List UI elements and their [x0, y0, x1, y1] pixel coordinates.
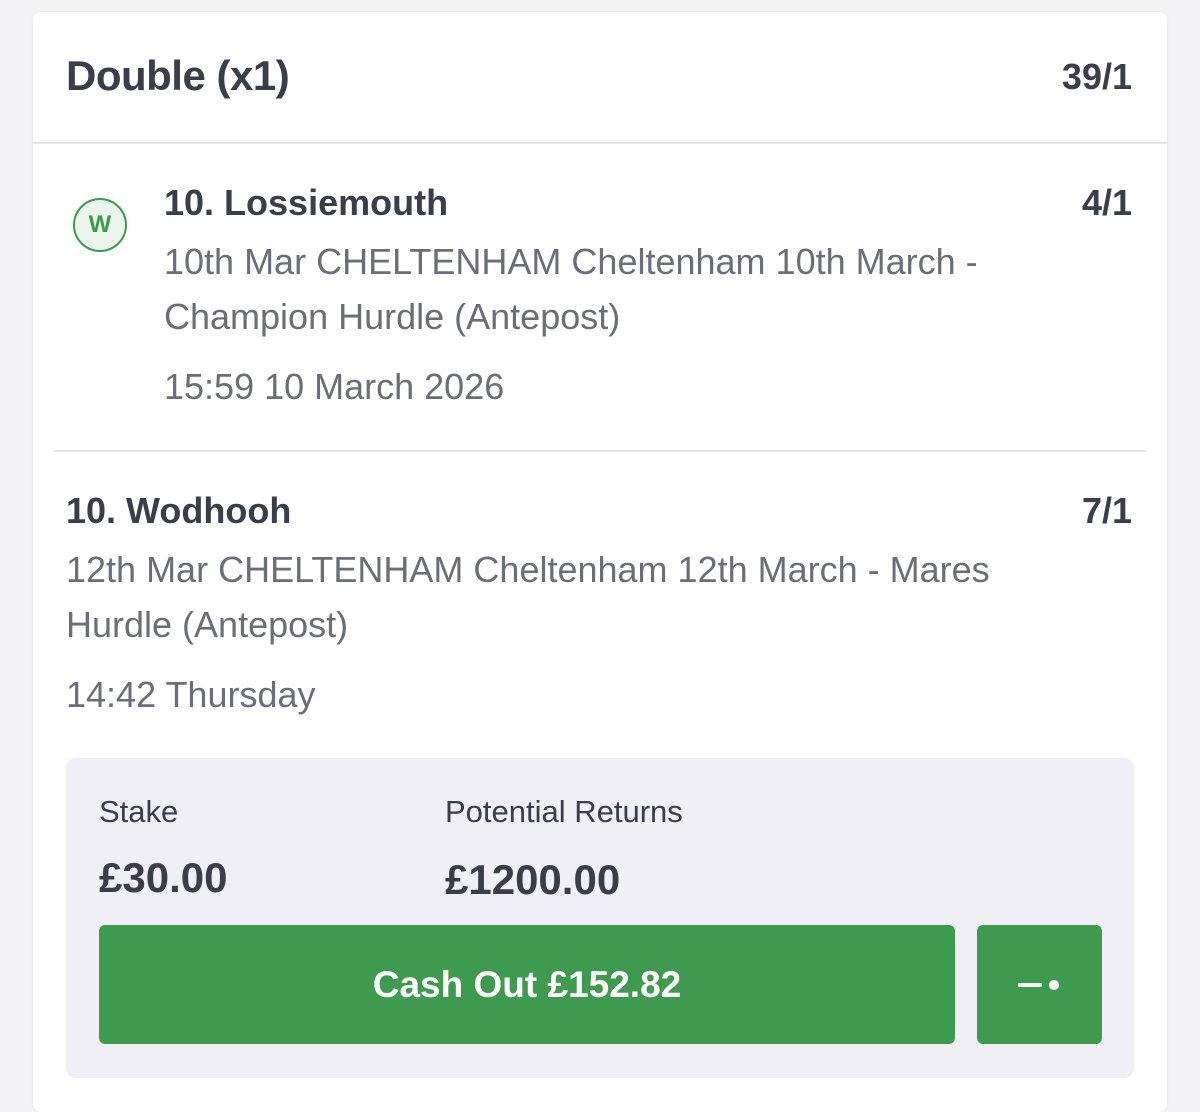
potential-returns-label: Potential Returns — [445, 794, 683, 829]
runner-odds: 7/1 — [1081, 490, 1132, 531]
potential-returns-value: £1200.00 — [445, 856, 621, 903]
runner-name: 10. Lossiemouth — [164, 182, 449, 223]
partial-cash-out-button[interactable] — [977, 925, 1102, 1044]
bet-card: Double (x1) 39/1 W 10. Lossiemouth 4/1 1… — [33, 12, 1167, 1112]
slider-icon — [1017, 979, 1059, 990]
event-name: 12th Mar CHELTENHAM Cheltenham 12th Marc… — [66, 549, 990, 645]
stake-label: Stake — [99, 794, 179, 829]
event-name: 10th Mar CHELTENHAM Cheltenham 10th Marc… — [164, 241, 978, 337]
cash-out-button[interactable]: Cash Out £152.82 — [99, 925, 955, 1044]
runner-odds: 4/1 — [1081, 182, 1132, 223]
event-time: 14:42 Thursday — [66, 674, 316, 715]
bet-type-title: Double (x1) — [66, 52, 290, 99]
won-status-badge: W — [73, 198, 127, 252]
selection-divider — [54, 450, 1146, 452]
bet-total-odds: 39/1 — [1061, 56, 1132, 97]
runner-name: 10. Wodhooh — [66, 490, 292, 531]
cash-out-label: Cash Out £152.82 — [372, 963, 682, 1005]
stake-returns-panel: Stake Potential Returns £30.00 £1200.00 … — [66, 758, 1134, 1078]
bet-header: Double (x1) 39/1 — [33, 12, 1167, 144]
stake-value: £30.00 — [99, 854, 228, 901]
event-time: 15:59 10 March 2026 — [164, 366, 505, 407]
